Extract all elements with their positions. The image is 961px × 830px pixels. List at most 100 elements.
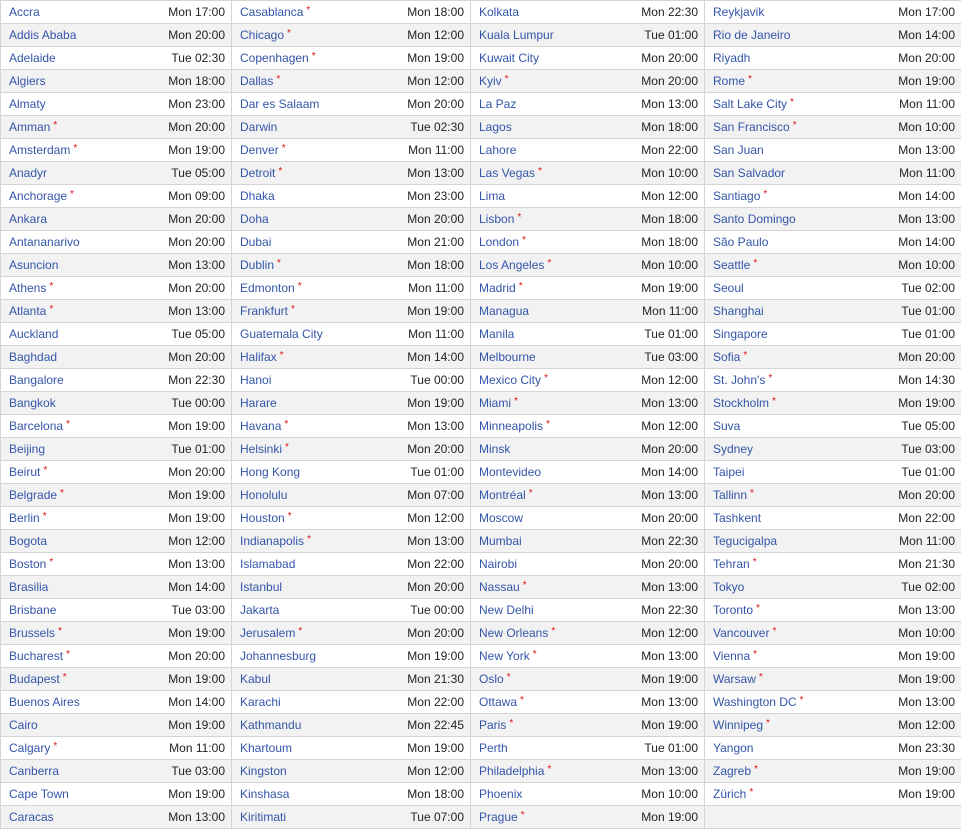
city-link[interactable]: Caracas — [9, 810, 54, 824]
city-link[interactable]: Bucharest — [9, 649, 63, 663]
city-link[interactable]: Melbourne — [479, 350, 536, 364]
city-link[interactable]: Kingston — [240, 764, 287, 778]
city-link[interactable]: Houston — [240, 511, 285, 525]
city-link[interactable]: Detroit — [240, 166, 275, 180]
city-link[interactable]: Lisbon — [479, 212, 514, 226]
city-link[interactable]: Washington DC — [713, 695, 797, 709]
city-link[interactable]: Hanoi — [240, 373, 271, 387]
city-link[interactable]: Lahore — [479, 143, 516, 157]
city-link[interactable]: Edmonton — [240, 281, 295, 295]
city-link[interactable]: Asuncion — [9, 258, 58, 272]
city-link[interactable]: Mumbai — [479, 534, 522, 548]
city-link[interactable]: Indianapolis — [240, 534, 304, 548]
city-link[interactable]: Ottawa — [479, 695, 517, 709]
city-link[interactable]: Istanbul — [240, 580, 282, 594]
city-link[interactable]: Adelaide — [9, 51, 56, 65]
city-link[interactable]: Harare — [240, 396, 277, 410]
city-link[interactable]: Belgrade — [9, 488, 57, 502]
city-link[interactable]: Amman — [9, 120, 50, 134]
city-link[interactable]: San Francisco — [713, 120, 790, 134]
city-link[interactable]: Managua — [479, 304, 529, 318]
city-link[interactable]: Salt Lake City — [713, 97, 787, 111]
city-link[interactable]: Canberra — [9, 764, 59, 778]
city-link[interactable]: Brisbane — [9, 603, 56, 617]
city-link[interactable]: Perth — [479, 741, 508, 755]
city-link[interactable]: Kuala Lumpur — [479, 28, 554, 42]
city-link[interactable]: Zagreb — [713, 764, 751, 778]
city-link[interactable]: Calgary — [9, 741, 50, 755]
city-link[interactable]: Bangkok — [9, 396, 56, 410]
city-link[interactable]: Moscow — [479, 511, 523, 525]
city-link[interactable]: Dar es Salaam — [240, 97, 319, 111]
city-link[interactable]: Dublin — [240, 258, 274, 272]
city-link[interactable]: Accra — [9, 5, 40, 19]
city-link[interactable]: Lagos — [479, 120, 512, 134]
city-link[interactable]: Athens — [9, 281, 46, 295]
city-link[interactable]: Ankara — [9, 212, 47, 226]
city-link[interactable]: New Delhi — [479, 603, 534, 617]
city-link[interactable]: La Paz — [479, 97, 516, 111]
city-link[interactable]: Brussels — [9, 626, 55, 640]
city-link[interactable]: Berlin — [9, 511, 40, 525]
city-link[interactable]: Stockholm — [713, 396, 769, 410]
city-link[interactable]: Amsterdam — [9, 143, 70, 157]
city-link[interactable]: Barcelona — [9, 419, 63, 433]
city-link[interactable]: Doha — [240, 212, 269, 226]
city-link[interactable]: Boston — [9, 557, 46, 571]
city-link[interactable]: Honolulu — [240, 488, 287, 502]
city-link[interactable]: Minsk — [479, 442, 510, 456]
city-link[interactable]: Cape Town — [9, 787, 69, 801]
city-link[interactable]: Tehran — [713, 557, 750, 571]
city-link[interactable]: Kyiv — [479, 74, 502, 88]
city-link[interactable]: Sydney — [713, 442, 753, 456]
city-link[interactable]: Sofia — [713, 350, 740, 364]
city-link[interactable]: Tegucigalpa — [713, 534, 777, 548]
city-link[interactable]: Prague — [479, 810, 518, 824]
city-link[interactable]: Bangalore — [9, 373, 64, 387]
city-link[interactable]: Brasilia — [9, 580, 48, 594]
city-link[interactable]: Singapore — [713, 327, 768, 341]
city-link[interactable]: Zürich — [713, 787, 746, 801]
city-link[interactable]: Mexico City — [479, 373, 541, 387]
city-link[interactable]: Auckland — [9, 327, 58, 341]
city-link[interactable]: Algiers — [9, 74, 46, 88]
city-link[interactable]: Rome — [713, 74, 745, 88]
city-link[interactable]: Rio de Janeiro — [713, 28, 790, 42]
city-link[interactable]: Manila — [479, 327, 514, 341]
city-link[interactable]: Tashkent — [713, 511, 761, 525]
city-link[interactable]: Kiritimati — [240, 810, 286, 824]
city-link[interactable]: Budapest — [9, 672, 60, 686]
city-link[interactable]: Santo Domingo — [713, 212, 796, 226]
city-link[interactable]: Almaty — [9, 97, 46, 111]
city-link[interactable]: Dallas — [240, 74, 273, 88]
city-link[interactable]: Denver — [240, 143, 279, 157]
city-link[interactable]: Miami — [479, 396, 511, 410]
city-link[interactable]: Phoenix — [479, 787, 522, 801]
city-link[interactable]: Suva — [713, 419, 740, 433]
city-link[interactable]: New York — [479, 649, 530, 663]
city-link[interactable]: Helsinki — [240, 442, 282, 456]
city-link[interactable]: Halifax — [240, 350, 277, 364]
city-link[interactable]: Beijing — [9, 442, 45, 456]
city-link[interactable]: Chicago — [240, 28, 284, 42]
city-link[interactable]: Warsaw — [713, 672, 756, 686]
city-link[interactable]: Darwin — [240, 120, 277, 134]
city-link[interactable]: Islamabad — [240, 557, 295, 571]
city-link[interactable]: San Salvador — [713, 166, 785, 180]
city-link[interactable]: Montevideo — [479, 465, 541, 479]
city-link[interactable]: Frankfurt — [240, 304, 288, 318]
city-link[interactable]: Las Vegas — [479, 166, 535, 180]
city-link[interactable]: Johannesburg — [240, 649, 316, 663]
city-link[interactable]: Kinshasa — [240, 787, 289, 801]
city-link[interactable]: Reykjavik — [713, 5, 764, 19]
city-link[interactable]: Karachi — [240, 695, 281, 709]
city-link[interactable]: Yangon — [713, 741, 753, 755]
city-link[interactable]: Atlanta — [9, 304, 46, 318]
city-link[interactable]: Shanghai — [713, 304, 764, 318]
city-link[interactable]: Tallinn — [713, 488, 747, 502]
city-link[interactable]: Vienna — [713, 649, 750, 663]
city-link[interactable]: Kolkata — [479, 5, 519, 19]
city-link[interactable]: Antananarivo — [9, 235, 80, 249]
city-link[interactable]: Riyadh — [713, 51, 750, 65]
city-link[interactable]: Taipei — [713, 465, 744, 479]
